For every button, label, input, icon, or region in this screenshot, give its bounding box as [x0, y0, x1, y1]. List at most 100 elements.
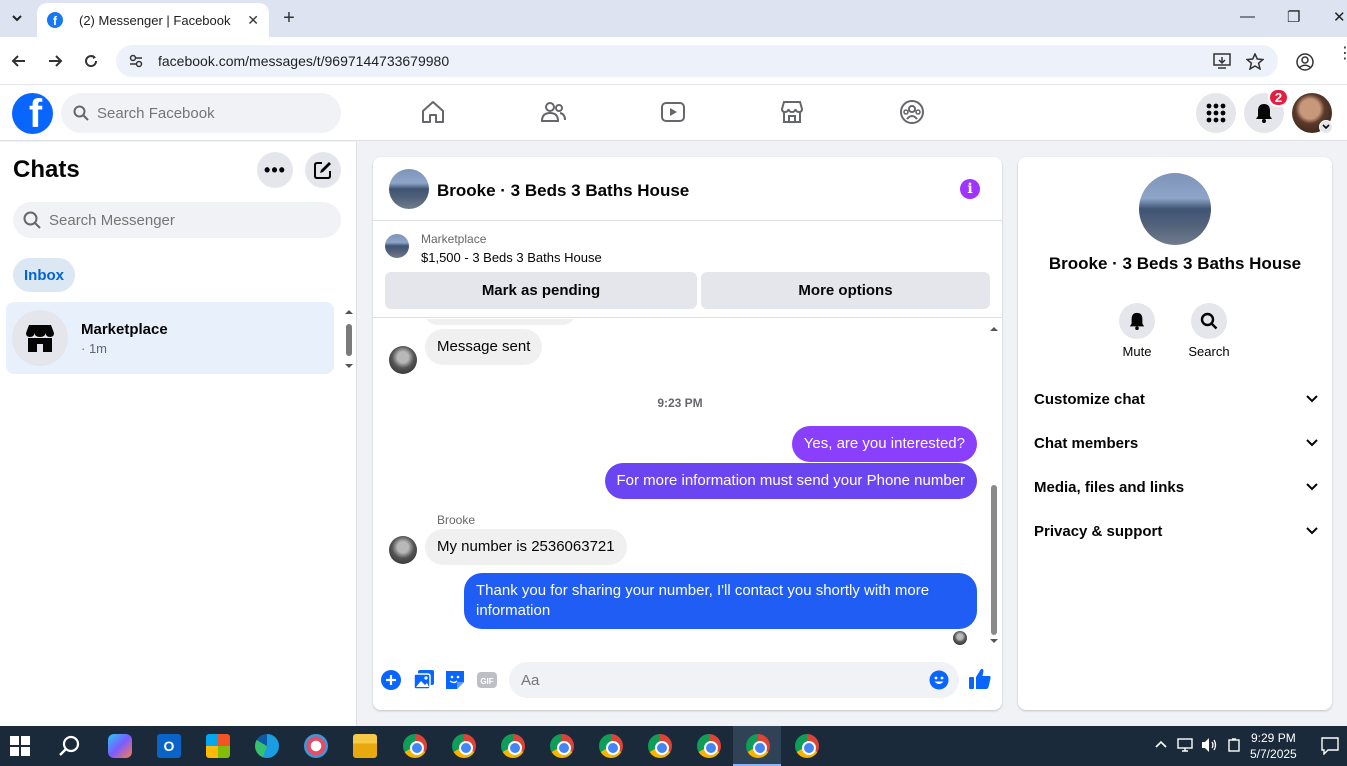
browser-tab-messenger[interactable]: f (2) Messenger | Facebook ✕ — [37, 3, 269, 37]
minimize-icon[interactable]: — — [1240, 8, 1255, 25]
sender-avatar[interactable] — [389, 536, 417, 564]
close-tab-icon[interactable]: ✕ — [247, 12, 259, 29]
bookmark-star-icon[interactable] — [1246, 53, 1264, 70]
conversation-title[interactable]: Brooke · 3 Beds 3 Baths House — [437, 181, 689, 201]
chevron-down-icon — [1306, 439, 1318, 447]
back-arrow-icon[interactable] — [9, 51, 29, 71]
mute-label: Mute — [1122, 344, 1152, 359]
listing-thumbnail[interactable] — [385, 234, 409, 258]
info-icon[interactable]: i — [960, 179, 980, 199]
network-icon[interactable] — [1177, 738, 1193, 752]
message-timestamp: 9:23 PM — [657, 396, 703, 410]
message-input-box[interactable] — [509, 662, 959, 698]
forward-arrow-icon[interactable] — [45, 51, 65, 71]
marketplace-listing-bar: Marketplace $1,500 - 3 Beds 3 Baths Hous… — [373, 222, 1002, 318]
windows-start-icon[interactable] — [10, 736, 30, 756]
sticker-icon[interactable] — [444, 669, 466, 691]
volume-icon[interactable] — [1201, 737, 1219, 753]
messenger-search-input[interactable] — [49, 211, 248, 229]
sender-avatar[interactable] — [389, 346, 417, 374]
facebook-logo-icon[interactable]: f — [12, 93, 53, 134]
thread-scrollbar[interactable] — [988, 323, 1000, 647]
new-tab-icon[interactable]: + — [278, 7, 300, 29]
bell-icon — [1129, 312, 1145, 330]
chrome-icon[interactable] — [648, 734, 672, 758]
chat-members-section[interactable]: Chat members — [1034, 423, 1318, 463]
compose-icon — [314, 162, 331, 179]
chat-list-scrollbar[interactable] — [343, 306, 355, 372]
file-explorer-icon[interactable] — [353, 734, 377, 758]
notification-center-icon[interactable] — [1321, 737, 1339, 755]
privacy-support-section[interactable]: Privacy & support — [1034, 511, 1318, 551]
new-message-button[interactable] — [305, 152, 341, 188]
conversation-avatar[interactable] — [389, 169, 429, 209]
outlook-icon[interactable]: O — [157, 734, 181, 758]
chrome-icon[interactable] — [501, 734, 525, 758]
thumbs-up-icon[interactable] — [968, 667, 992, 691]
restore-icon[interactable]: ❐ — [1287, 8, 1300, 26]
svg-text:GIF: GIF — [480, 677, 493, 686]
message-bubble-outgoing: Thank you for sharing your number, I'll … — [464, 573, 977, 629]
mute-action[interactable]: Mute — [1109, 303, 1165, 359]
plus-circle-icon[interactable] — [380, 669, 402, 691]
profile-avatar[interactable] — [1139, 173, 1211, 245]
taskbar-clock[interactable]: 9:29 PM 5/7/2025 — [1250, 730, 1297, 762]
home-icon[interactable] — [420, 99, 446, 125]
facebook-search-box[interactable] — [61, 93, 341, 133]
grid-icon — [1206, 103, 1226, 123]
tab-search-button[interactable] — [4, 5, 30, 31]
chrome-icon[interactable] — [697, 734, 721, 758]
seen-receipt-avatar — [953, 631, 967, 645]
facebook-search-input[interactable] — [97, 104, 296, 122]
more-dots-icon: ••• — [264, 159, 286, 180]
store-icon[interactable] — [206, 734, 230, 758]
copilot-icon[interactable] — [108, 734, 132, 758]
emoji-icon[interactable] — [929, 670, 949, 690]
chrome-icon[interactable] — [452, 734, 476, 758]
menu-grid-button[interactable] — [1196, 93, 1236, 133]
conversation-panel: Brooke · 3 Beds 3 Baths House i Marketpl… — [373, 157, 1002, 710]
media-files-links-section[interactable]: Media, files and links — [1034, 467, 1318, 507]
edge-icon[interactable] — [255, 734, 279, 758]
marketplace-icon[interactable] — [779, 99, 805, 125]
chats-options-button[interactable]: ••• — [257, 152, 293, 188]
search-icon — [23, 211, 41, 229]
chrome-icon[interactable] — [550, 734, 574, 758]
mark-as-pending-button[interactable]: Mark as pending — [385, 272, 697, 309]
photo-gallery-icon[interactable] — [413, 669, 435, 691]
account-chevron-icon[interactable] — [1319, 120, 1333, 134]
chrome-icon[interactable] — [403, 734, 427, 758]
address-bar[interactable]: facebook.com/messages/t/9697144733679980 — [116, 45, 1278, 77]
site-settings-icon[interactable] — [128, 53, 144, 69]
more-options-button[interactable]: More options — [701, 272, 990, 309]
profile-icon[interactable] — [1296, 53, 1314, 71]
inbox-filter-tab[interactable]: Inbox — [13, 258, 75, 292]
chat-list-item[interactable]: Marketplace · 1m — [6, 302, 334, 374]
listing-title[interactable]: $1,500 - 3 Beds 3 Baths House — [421, 250, 602, 265]
search-action[interactable]: Search — [1181, 303, 1237, 359]
video-icon[interactable] — [660, 99, 686, 125]
battery-icon[interactable] — [1227, 738, 1241, 752]
close-window-icon[interactable]: ✕ — [1333, 8, 1346, 26]
marketplace-avatar — [12, 310, 68, 366]
chats-panel: Chats ••• Inbox Marketplace · 1m — [0, 142, 357, 726]
browser-menu-icon[interactable]: ⋮ — [1337, 46, 1347, 62]
paint-icon[interactable] — [304, 734, 328, 758]
tray-chevron-up-icon[interactable] — [1155, 740, 1167, 748]
chrome-icon[interactable] — [746, 734, 770, 758]
taskbar-search-icon[interactable] — [58, 734, 82, 758]
clock-date: 5/7/2025 — [1250, 747, 1297, 761]
install-app-icon[interactable] — [1213, 53, 1231, 69]
message-bubble-outgoing: Yes, are you interested? — [791, 426, 977, 462]
chrome-icon[interactable] — [795, 734, 819, 758]
search-icon — [1200, 312, 1218, 330]
message-input[interactable] — [521, 671, 901, 689]
gif-icon[interactable]: GIF — [476, 669, 498, 691]
messenger-search-box[interactable] — [13, 202, 341, 238]
groups-icon[interactable] — [899, 99, 925, 125]
reload-icon[interactable] — [81, 51, 101, 71]
customize-chat-section[interactable]: Customize chat — [1034, 379, 1318, 419]
clock-time: 9:29 PM — [1251, 731, 1296, 745]
chrome-icon[interactable] — [599, 734, 623, 758]
friends-icon[interactable] — [540, 99, 566, 125]
